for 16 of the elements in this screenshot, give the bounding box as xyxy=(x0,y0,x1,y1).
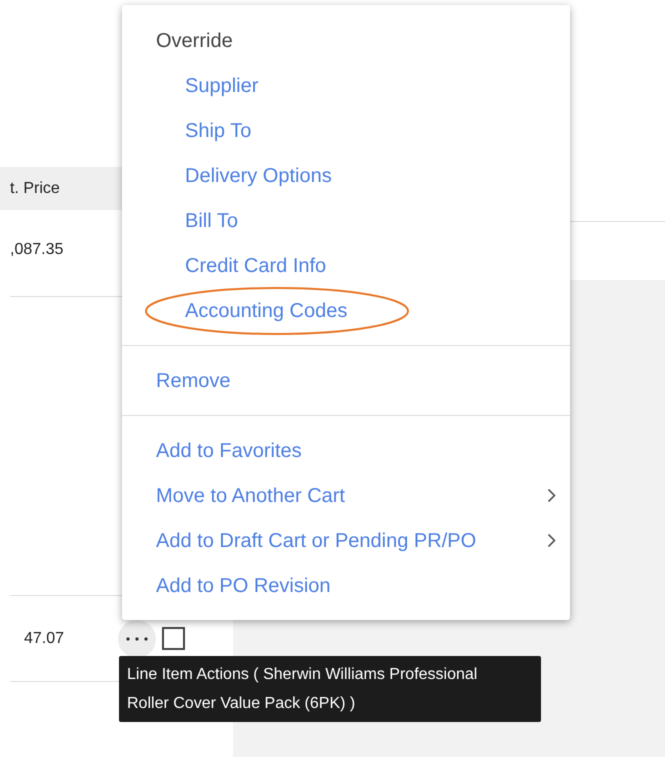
menu-item[interactable]: Remove xyxy=(122,358,570,403)
menu-item[interactable]: Accounting Codes xyxy=(122,288,570,333)
menu-item[interactable]: Move to Another Cart xyxy=(122,473,570,518)
more-button[interactable] xyxy=(118,620,156,658)
menu-item[interactable]: Supplier xyxy=(122,63,570,108)
checkbox[interactable] xyxy=(162,627,185,650)
menu-item[interactable]: Add to PO Revision xyxy=(122,563,570,608)
menu-item[interactable]: Add to Draft Cart or Pending PR/PO xyxy=(122,518,570,563)
menu-item[interactable]: Add to Favorites xyxy=(122,428,570,473)
menu-heading: Override xyxy=(155,28,234,54)
menu-item[interactable]: Ship To xyxy=(122,108,570,153)
more-icon xyxy=(126,636,148,640)
table-cell-text: ,087.35 xyxy=(10,240,64,260)
table-cell-text: 47.07 xyxy=(23,628,66,648)
tooltip: Line Item Actions ( Sherwin Williams Professional Roller Cover Value Pack (6PK) ) xyxy=(119,656,541,722)
menu-item[interactable]: Credit Card Info xyxy=(122,243,570,288)
